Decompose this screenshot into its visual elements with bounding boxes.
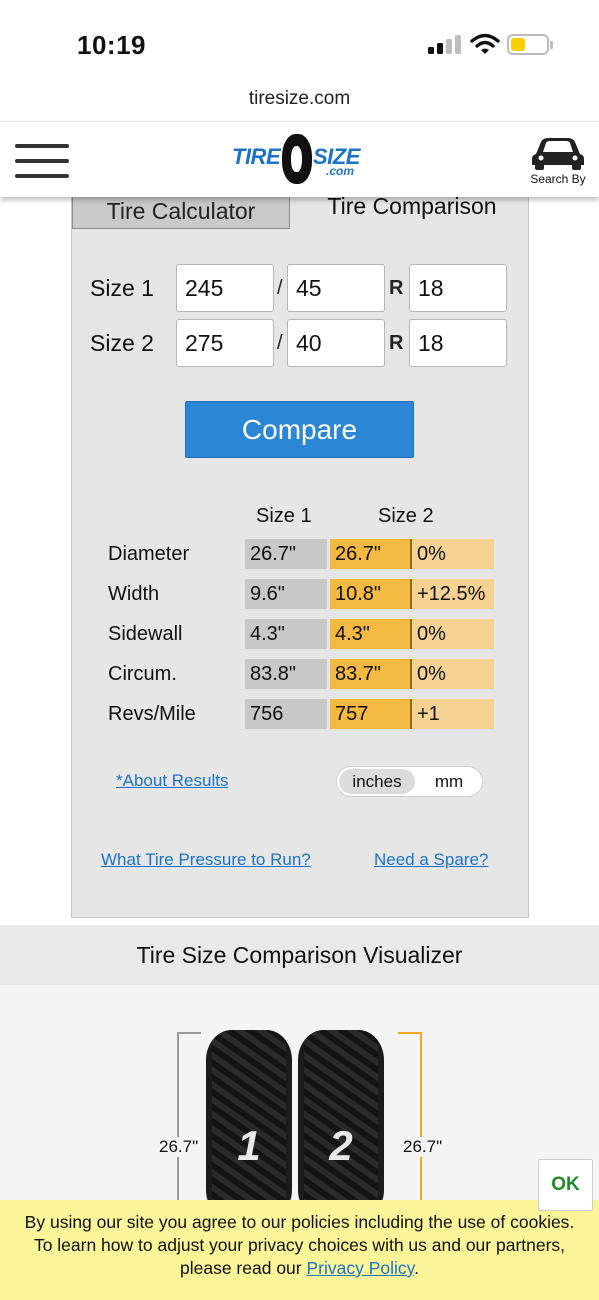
tire-pressure-link[interactable]: What Tire Pressure to Run?: [101, 850, 311, 870]
diameter-size1-value: 26.7": [245, 539, 327, 569]
circumference-size2-value: 83.7": [330, 659, 412, 689]
tire2-diameter-label: 26.7": [401, 1137, 445, 1157]
site-header: TIRE SIZE .com Search By: [0, 121, 599, 197]
size1-r-label: R: [389, 277, 404, 299]
car-icon: [532, 138, 584, 170]
site-logo[interactable]: TIRE SIZE .com: [230, 132, 370, 188]
size1-width-input[interactable]: 245: [176, 264, 274, 312]
row-label-sidewall: Sidewall: [108, 623, 183, 645]
size2-slash: /: [277, 332, 283, 354]
col-header-size1: Size 1: [256, 505, 312, 527]
about-results-link[interactable]: *About Results: [116, 771, 228, 791]
battery-icon: [507, 34, 553, 55]
cookie-text-line3: please read our Privacy Policy.: [0, 1257, 599, 1280]
size2-width-input[interactable]: 275: [176, 319, 274, 367]
col-header-size2: Size 2: [378, 505, 434, 527]
tab-tire-comparison[interactable]: Tire Comparison: [312, 193, 512, 220]
privacy-policy-link[interactable]: Privacy Policy: [306, 1258, 414, 1278]
cookie-text-prefix: please read our: [180, 1258, 307, 1278]
size2-label: Size 2: [90, 330, 154, 356]
size1-label: Size 1: [90, 275, 154, 301]
row-label-diameter: Diameter: [108, 543, 190, 565]
compare-button[interactable]: Compare: [185, 401, 414, 458]
sidewall-size1-value: 4.3": [245, 619, 327, 649]
calculator-panel: Tire Calculator Tire Comparison Size 1 2…: [71, 190, 529, 918]
cookie-text-line2: To learn how to adjust your privacy choi…: [33, 1235, 566, 1255]
unit-inches-option[interactable]: inches: [339, 769, 415, 794]
logo-text-com: .com: [326, 164, 355, 178]
unit-toggle: inches mm: [336, 766, 483, 797]
clock-time: 10:19: [77, 30, 146, 60]
menu-icon[interactable]: [15, 144, 69, 178]
sidewall-diff-value: 0%: [412, 619, 494, 649]
search-by-label: Search By: [530, 172, 586, 186]
size2-rim-input[interactable]: 18: [409, 319, 507, 367]
revs-mile-size1-value: 756: [245, 699, 327, 729]
row-label-width: Width: [108, 583, 160, 605]
size2-aspect-input[interactable]: 40: [287, 319, 385, 367]
revs-mile-size2-value: 757: [330, 699, 412, 729]
tire2-image: 2: [298, 1030, 384, 1220]
tire1-number: 1: [237, 1122, 261, 1169]
tire1-diameter-bracket: [177, 1032, 201, 1212]
search-by-vehicle-button[interactable]: Search By: [526, 136, 590, 192]
tire2-diameter-bracket: [398, 1032, 422, 1212]
page: 10:19 tiresize.com TIRE SIZE .com Search…: [0, 0, 599, 1300]
circumference-size1-value: 83.8": [245, 659, 327, 689]
need-spare-link[interactable]: Need a Spare?: [374, 850, 488, 870]
width-size1-value: 9.6": [245, 579, 327, 609]
width-diff-value: +12.5%: [412, 579, 494, 609]
row-label-revs-mile: Revs/Mile: [108, 703, 196, 725]
revs-mile-diff-value: +1: [412, 699, 494, 729]
logo-tire-icon: [282, 134, 312, 184]
tire2-number: 2: [329, 1122, 353, 1169]
visualizer-title: Tire Size Comparison Visualizer: [0, 925, 599, 985]
sidewall-size2-value: 4.3": [330, 619, 412, 649]
diameter-diff-value: 0%: [412, 539, 494, 569]
cookie-banner: By using our site you agree to our polic…: [0, 1200, 599, 1300]
size1-rim-input[interactable]: 18: [409, 264, 507, 312]
tire1-image: 1: [206, 1030, 292, 1220]
wifi-icon: [470, 33, 500, 54]
status-bar: 10:19 tiresize.com: [0, 0, 599, 109]
cellular-signal-icon: [428, 34, 462, 54]
size1-slash: /: [277, 277, 283, 299]
unit-mm-option[interactable]: mm: [419, 769, 479, 794]
row-label-circumference: Circum.: [108, 663, 177, 685]
width-size2-value: 10.8": [330, 579, 412, 609]
cookie-text-suffix: .: [414, 1258, 419, 1278]
cookie-text-line1: By using our site you agree to our polic…: [24, 1212, 575, 1232]
size1-aspect-input[interactable]: 45: [287, 264, 385, 312]
tire1-diameter-label: 26.7": [157, 1137, 201, 1157]
logo-text-tire: TIRE: [232, 144, 281, 169]
size2-r-label: R: [389, 332, 404, 354]
circumference-diff-value: 0%: [412, 659, 494, 689]
cookie-ok-button[interactable]: OK: [538, 1159, 593, 1211]
diameter-size2-value: 26.7": [330, 539, 412, 569]
address-bar-url[interactable]: tiresize.com: [0, 88, 599, 110]
